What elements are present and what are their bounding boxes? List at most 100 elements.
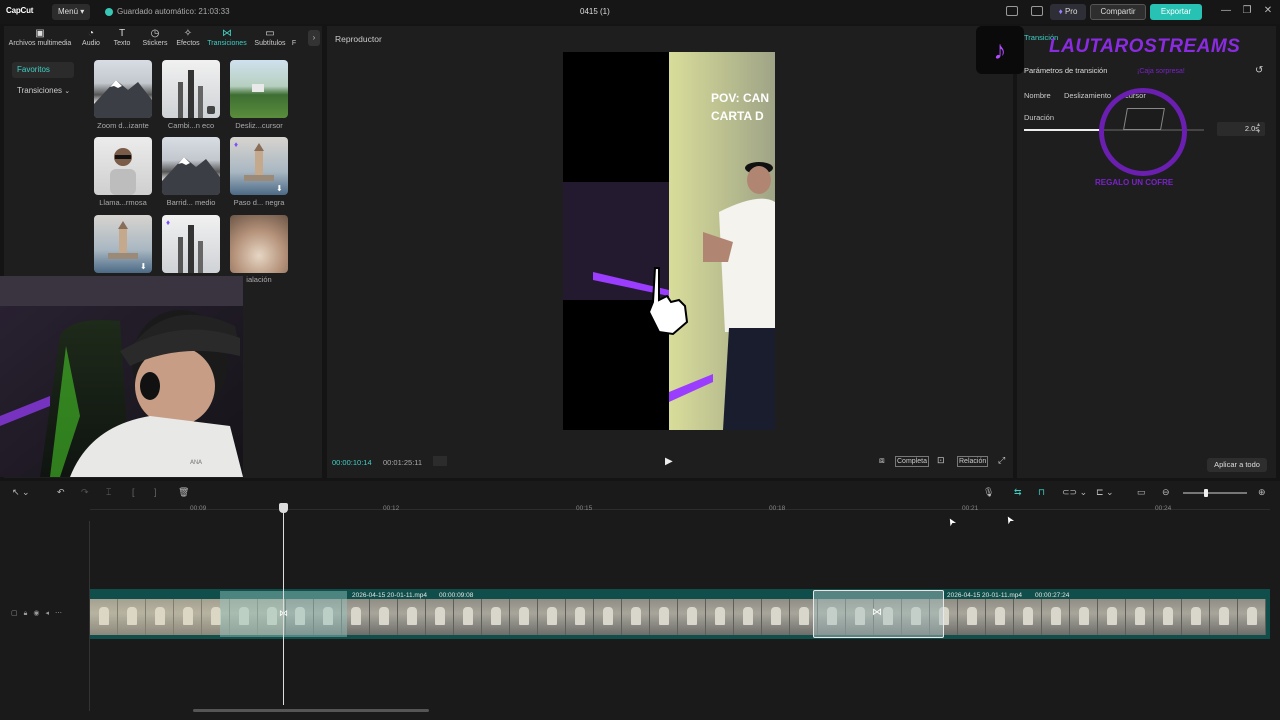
magnet-icon[interactable]: ⊓ [1038, 487, 1045, 498]
transition-thumb[interactable]: ⬇ [94, 215, 152, 273]
stepper-icon[interactable]: ▴ ▾ [1257, 122, 1260, 136]
reset-icon[interactable]: ↺ [1255, 65, 1263, 76]
playhead-handle[interactable] [279, 503, 288, 513]
transition-thumb[interactable] [162, 60, 220, 118]
tab-text[interactable]: T Texto [106, 26, 138, 52]
crop-icon[interactable]: ⧈ [878, 456, 886, 467]
chevron-down-icon: ⌄ [64, 88, 71, 95]
trim-right-icon[interactable]: ] [154, 487, 157, 497]
pro-button[interactable]: ♦ Pro [1050, 4, 1086, 20]
tab-transitions[interactable]: ⋈ Transiciones [204, 26, 250, 52]
track-controls: ▢🔒︎◉◂⋯ [11, 609, 68, 618]
horizontal-scrollbar[interactable] [193, 709, 429, 712]
video-frame: POV: CAN CARTA D [563, 52, 775, 430]
clip-frame [1154, 599, 1182, 635]
thumb-label: Zoom d...izante [97, 121, 149, 130]
layout-icon[interactable] [1006, 6, 1018, 16]
tab-media[interactable]: ▣ Archivos multimedia [4, 26, 76, 52]
redo-icon[interactable]: ↷ [81, 487, 89, 498]
menu-button[interactable]: Menú ▾ [52, 4, 91, 20]
caption-icon[interactable]: ▭ [1137, 487, 1146, 498]
sidebar-item-transitions[interactable]: Transiciones ⌄ [12, 83, 74, 99]
clip-frame [1182, 599, 1210, 635]
apply-all-button[interactable]: Aplicar a todo [1207, 458, 1267, 472]
pro-label: Pro [1064, 7, 1078, 16]
trim-left-icon[interactable]: [ [132, 487, 135, 497]
transition-thumb[interactable] [230, 215, 288, 273]
properties-panel: Transición Parámetros de transición ↺ No… [976, 26, 1276, 478]
lock-icon[interactable]: 🔒︎ [24, 610, 34, 617]
svg-text:ᴬᴺᴬ: ᴬᴺᴬ [189, 458, 203, 468]
playhead[interactable] [279, 503, 288, 705]
project-title: 0415 (1) [580, 7, 610, 16]
overlay-tag: ¡Caja sorpresa! [1137, 68, 1185, 75]
clip-frame [482, 599, 510, 635]
minimize-button[interactable]: — [1220, 5, 1232, 16]
share-button[interactable]: Compartir [1090, 4, 1146, 20]
chain-icon[interactable]: ⊂⊃ ⌄ [1062, 487, 1087, 498]
timeline-toggle-icon[interactable] [433, 456, 447, 466]
streamer-image: ᴬᴺᴬ [0, 276, 243, 477]
clip-frame [594, 599, 622, 635]
tab-audio[interactable]: ◔ Audio [76, 26, 106, 52]
restore-button[interactable]: ❐ [1241, 5, 1253, 16]
shortcuts-icon[interactable] [1031, 6, 1043, 16]
microphone-icon[interactable]: 🎙 [983, 487, 994, 498]
tab-label: Transiciones [207, 40, 247, 47]
fullscreen-icon[interactable]: ⤢ [997, 456, 1006, 467]
video-preview[interactable]: POV: CAN CARTA D [563, 52, 775, 430]
ruler-label: 00:09 [190, 505, 207, 512]
zoom-slider[interactable] [1183, 489, 1247, 497]
clip2-duration: 00:00:27:24 [1035, 592, 1070, 599]
mountain-icon [94, 80, 152, 118]
zoom-in-icon[interactable]: ⊕ [1258, 487, 1266, 498]
transition-thumb[interactable] [230, 60, 288, 118]
speaker-icon[interactable]: ◂ [45, 610, 55, 617]
link-icon[interactable]: ⇆ [1014, 487, 1022, 498]
split-icon[interactable]: ⌶ [106, 487, 111, 498]
media-tabs: ▣ Archivos multimedia ◔ Audio T Texto ◷ Stic… [4, 26, 298, 52]
export-button[interactable]: Exportar [1150, 4, 1202, 20]
sidebar-item-favorites[interactable]: Favoritos [12, 62, 74, 78]
svg-text:⬇: ⬇ [276, 184, 283, 193]
tab-effects[interactable]: ✧ Efectos [172, 26, 204, 52]
undo-icon[interactable]: ↶ [57, 487, 65, 498]
clip-frame [1126, 599, 1154, 635]
zoom-slider-handle[interactable] [1204, 489, 1208, 497]
thumb-label: Cambi...n eco [167, 121, 215, 130]
overlay-sub: REGALO UN COFRE [1095, 178, 1174, 187]
clip1-name: 2026-04-15 20-01-11.mp4 [352, 592, 428, 599]
transition-thumb[interactable]: ♦ ⬇ [230, 137, 288, 195]
preview-axis-icon[interactable]: ⊏ ⌄ [1096, 487, 1114, 498]
tab-label: Archivos multimedia [8, 40, 72, 47]
video-caption-2: CARTA D [711, 109, 764, 123]
clip-frame [958, 599, 986, 635]
transition-thumb[interactable] [94, 60, 152, 118]
transition-thumb[interactable] [162, 137, 220, 195]
ruler-label: 00:18 [769, 505, 786, 512]
zoom-out-icon[interactable]: ⊖ [1162, 487, 1170, 498]
delete-icon[interactable]: 🗑 [178, 487, 189, 498]
snapshot-icon[interactable]: ⊡ [936, 456, 946, 467]
tower-icon [178, 70, 215, 118]
transition-thumb[interactable]: ♦ [162, 215, 220, 273]
tab-label: F [291, 40, 297, 47]
clip-frame [510, 599, 538, 635]
clip-frame [678, 599, 706, 635]
chest-icon [1123, 108, 1165, 130]
tab-subtitles[interactable]: ▭ Subtítulos [250, 26, 290, 52]
more-icon[interactable]: ⋯ [55, 610, 68, 617]
play-icon[interactable]: ▶ [665, 456, 673, 467]
tab-stickers[interactable]: ◷ Stickers [138, 26, 172, 52]
tab-filters[interactable]: F [290, 26, 298, 52]
transition-thumb[interactable] [94, 137, 152, 195]
full-button[interactable]: Completa [895, 456, 929, 467]
cover-icon[interactable]: ▢ [11, 610, 24, 617]
timeline-panel: ↖ ⌄ ↶ ↷ ⌶ [ ] 🗑 🎙 ⇆ ⊓ ⊂⊃ ⌄ ⊏ ⌄ ▭ ⊖ ⊕ 00:… [0, 481, 1280, 720]
transition-block[interactable]: ⋈ [813, 590, 944, 638]
ratio-button[interactable]: Relación [957, 456, 989, 467]
eye-icon[interactable]: ◉ [33, 610, 45, 617]
select-tool-icon[interactable]: ↖ ⌄ [12, 487, 30, 498]
close-button[interactable]: ✕ [1262, 5, 1274, 16]
tabs-next-icon[interactable]: › [308, 30, 320, 46]
